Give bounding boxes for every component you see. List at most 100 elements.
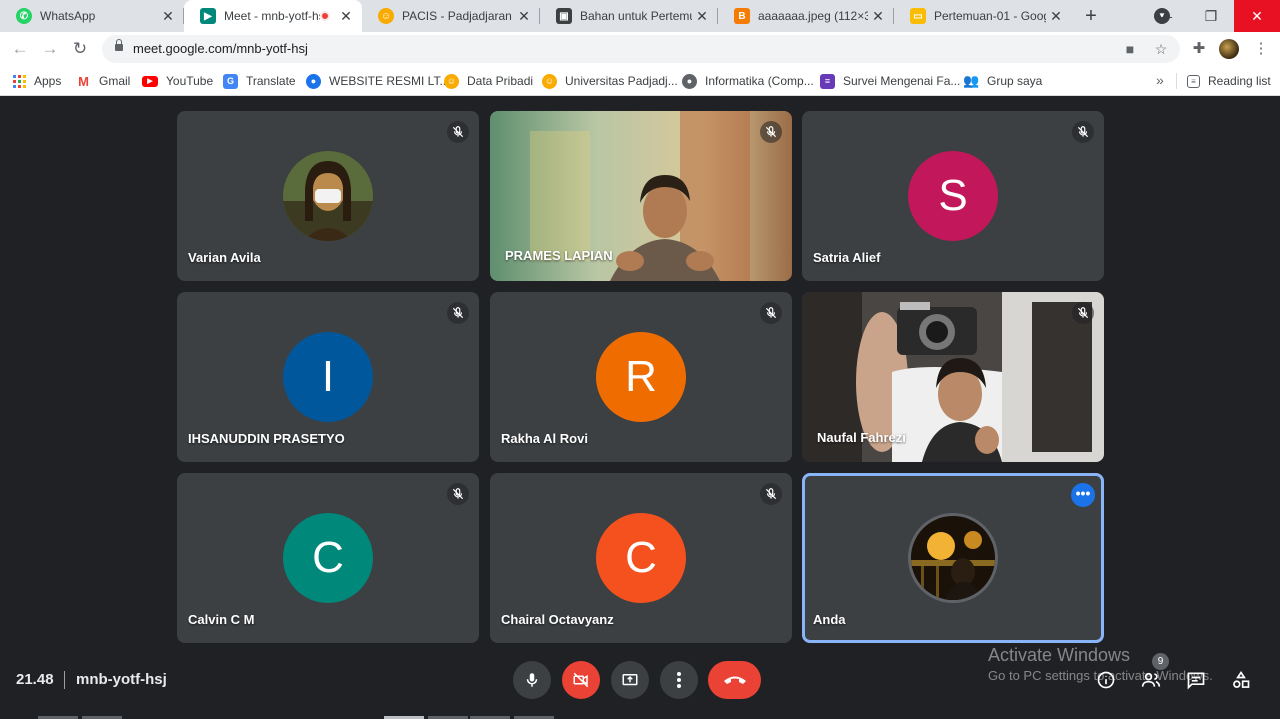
forms-icon: ≡ (820, 73, 835, 89)
tab-title: Pertemuan-01 - Google (934, 9, 1046, 23)
blogger-icon: B (734, 8, 750, 24)
close-icon[interactable]: ✕ (158, 8, 178, 25)
camera-off-icon (573, 672, 589, 688)
globe-icon: ● (306, 73, 321, 89)
tab-title: Meet - mnb-yotf-hs (224, 9, 320, 23)
bookmark-label: YouTube (166, 74, 214, 88)
participant-name: Satria Alief (813, 250, 881, 265)
present-screen-icon (622, 674, 638, 686)
activities-shapes-icon (1233, 670, 1250, 688)
bookmark-survei[interactable]: ≡ Survei Mengenai Fa... (820, 72, 960, 90)
bookmark-label: Universitas Padjadj... (565, 74, 678, 88)
participants-button[interactable] (1138, 667, 1164, 693)
bookmark-label: Translate (246, 74, 296, 88)
reading-list-label: Reading list (1208, 74, 1271, 88)
url-text: meet.google.com/mnb-yotf-hsj (133, 41, 308, 56)
reload-button[interactable]: ↻ (69, 38, 91, 60)
new-tab-button[interactable]: + (1080, 5, 1102, 27)
bookmarks-divider (1176, 73, 1177, 89)
participant-tile[interactable]: PRAMES LAPIAN (490, 111, 792, 281)
participant-tile-self[interactable]: ••• Anda (802, 473, 1104, 643)
tab-pacis[interactable]: ☺ PACIS - Padjadjaran Ac ✕ (362, 0, 540, 32)
classroom-icon: ▣ (556, 8, 572, 24)
apps-grid-icon (13, 74, 26, 88)
globe-icon: ● (682, 73, 697, 89)
tab-jpeg[interactable]: B aaaaaaa.jpeg (112×320 ✕ (718, 0, 894, 32)
more-options-icon[interactable]: ••• (1071, 483, 1095, 507)
bookmark-apps[interactable]: Apps (13, 72, 61, 90)
browser-tab-strip: ✆ WhatsApp ✕ ▶ Meet - mnb-yotf-hs ✕ ☺ PA… (0, 0, 1280, 32)
tab-whatsapp[interactable]: ✆ WhatsApp ✕ (0, 0, 184, 32)
bookmark-informatika[interactable]: ● Informatika (Comp... (682, 72, 814, 90)
profile-avatar[interactable] (1219, 39, 1239, 59)
more-options-button[interactable] (660, 661, 698, 699)
lock-icon (115, 39, 123, 51)
bookmark-data-pribadi[interactable]: ☺ Data Pribadi (444, 72, 533, 90)
participant-initial-avatar: C (283, 513, 373, 603)
meeting-details-button[interactable] (1093, 667, 1119, 693)
bookmark-star-icon[interactable]: ☆ (1151, 39, 1171, 59)
tab-meet[interactable]: ▶ Meet - mnb-yotf-hs ✕ (184, 0, 362, 32)
forward-button[interactable]: → (39, 38, 61, 60)
chat-button[interactable] (1183, 667, 1209, 693)
bookmark-website-resmi[interactable]: ● WEBSITE RESMI LT... (306, 72, 449, 90)
hang-up-icon (723, 676, 746, 684)
chat-icon (1187, 672, 1205, 690)
participant-name: PRAMES LAPIAN (505, 248, 613, 263)
participant-initial-avatar: I (283, 332, 373, 422)
close-icon[interactable]: ✕ (336, 8, 356, 25)
microphone-button[interactable] (513, 661, 551, 699)
bookmark-gmail[interactable]: M Gmail (76, 72, 130, 90)
participant-tile[interactable]: R Rakha Al Rovi (490, 292, 792, 462)
participant-count-badge: 9 (1152, 653, 1169, 670)
camera-icon[interactable]: ■ (1120, 39, 1140, 59)
mic-off-icon (760, 302, 782, 324)
participant-tile[interactable]: I IHSANUDDIN PRASETYO (177, 292, 479, 462)
bookmark-unpad[interactable]: ☺ Universitas Padjadj... (542, 72, 678, 90)
participant-tile[interactable]: S Satria Alief (802, 111, 1104, 281)
meeting-clock: 21.48 (16, 671, 54, 688)
translate-icon: G (223, 73, 238, 89)
present-screen-button[interactable] (611, 661, 649, 699)
leave-call-button[interactable] (708, 661, 761, 699)
bookmarks-overflow-icon[interactable]: » (1156, 72, 1164, 88)
tab-title: WhatsApp (40, 9, 96, 23)
meet-stage: Varian Avila PRAMES LAPIAN S Satria Alie… (0, 97, 1280, 719)
people-icon (1141, 672, 1161, 687)
activities-button[interactable] (1228, 667, 1254, 693)
camera-toggle-button[interactable] (562, 661, 600, 699)
participant-tile[interactable]: Varian Avila (177, 111, 479, 281)
participant-tile[interactable]: Naufal Fahrezi (802, 292, 1104, 462)
participant-name: Calvin C M (188, 612, 255, 627)
participant-tile[interactable]: C Calvin C M (177, 473, 479, 643)
address-bar[interactable]: meet.google.com/mnb-yotf-hsj ■ ☆ (102, 35, 1180, 63)
reading-list-button[interactable]: ≡ Reading list (1187, 72, 1271, 90)
close-icon[interactable]: ✕ (692, 8, 712, 25)
minimize-button[interactable]: — (1142, 0, 1188, 32)
mic-off-icon (447, 302, 469, 324)
bookmark-translate[interactable]: G Translate (223, 72, 296, 90)
participant-initial-avatar: R (596, 332, 686, 422)
back-button[interactable]: ← (9, 38, 31, 60)
close-icon[interactable]: ✕ (1046, 8, 1066, 25)
participant-tile[interactable]: C Chairal Octavyanz (490, 473, 792, 643)
participant-name: Rakha Al Rovi (501, 431, 588, 446)
bookmark-label: Informatika (Comp... (705, 74, 814, 88)
bookmark-grup-saya[interactable]: 👥 Grup saya (963, 72, 1042, 90)
mic-off-icon (760, 121, 782, 143)
restore-button[interactable]: ❐ (1188, 0, 1234, 32)
window-close-button[interactable]: ✕ (1234, 0, 1280, 32)
bookmark-label: Survei Mengenai Fa... (843, 74, 961, 88)
tab-bahan[interactable]: ▣ Bahan untuk Pertemua ✕ (540, 0, 718, 32)
bookmark-label: Gmail (99, 74, 131, 88)
tab-title: PACIS - Padjadjaran Ac (402, 9, 514, 23)
close-icon[interactable]: ✕ (514, 8, 534, 25)
close-icon[interactable]: ✕ (868, 8, 888, 25)
participant-initial-avatar: S (908, 151, 998, 241)
bookmark-label: WEBSITE RESMI LT... (329, 74, 450, 88)
chrome-menu-icon[interactable]: ⋮ (1250, 38, 1272, 60)
bookmark-youtube[interactable]: ▶ YouTube (142, 72, 213, 90)
unpad-icon: ☺ (444, 73, 459, 89)
tab-slides[interactable]: ▭ Pertemuan-01 - Google ✕ (894, 0, 1072, 32)
extensions-puzzle-icon[interactable]: ✚ (1188, 38, 1210, 60)
